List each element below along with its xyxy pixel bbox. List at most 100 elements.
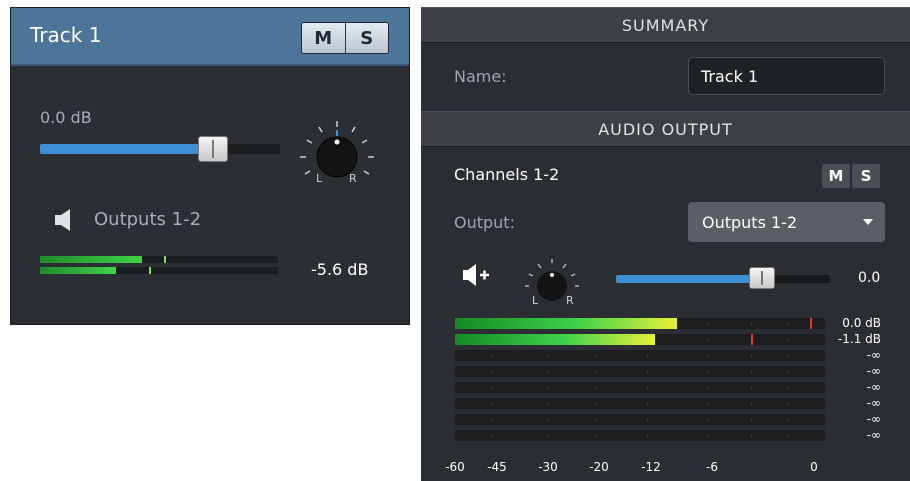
meter-tick: [492, 402, 493, 405]
channel-mute-button[interactable]: M: [822, 164, 850, 188]
meter-tick: [547, 354, 549, 357]
output-pan-knob[interactable]: L R: [522, 257, 582, 309]
output-meter-value: -∞: [866, 396, 881, 410]
meter-tick: [751, 322, 752, 325]
volume-fader[interactable]: [40, 136, 280, 162]
speaker-add-icon[interactable]: [462, 263, 492, 291]
output-meter-8: [455, 430, 825, 441]
meter-tick: [706, 386, 708, 389]
meter-tick: [647, 418, 649, 421]
name-input[interactable]: Track 1: [688, 57, 885, 95]
output-meter-3: [455, 350, 825, 361]
solo-button[interactable]: S: [344, 23, 388, 53]
output-meter-value: 0.0 dB: [842, 316, 881, 330]
output-gain-value: 0.0: [858, 270, 881, 286]
output-meter-6: [455, 398, 825, 409]
track-meter-right: [40, 267, 278, 274]
output-meter-value: -∞: [866, 348, 881, 362]
output-select[interactable]: Outputs 1-2: [688, 202, 885, 242]
meter-tick: [547, 386, 549, 389]
summary-header[interactable]: SUMMARY: [421, 7, 910, 43]
meter-tick: [647, 386, 649, 389]
output-meter-5: [455, 382, 825, 393]
meter-tick: [547, 418, 549, 421]
pan-right-label: R: [349, 172, 357, 185]
meter-tick: [492, 386, 493, 389]
channel-mute-solo: M S: [822, 164, 880, 188]
meter-tick: [788, 354, 789, 357]
meter-tick: [751, 354, 752, 357]
output-meter-peak: [751, 334, 753, 345]
outputs-label[interactable]: Outputs 1-2: [94, 209, 201, 230]
mute-button[interactable]: M: [302, 23, 345, 53]
meter-tick: [706, 418, 708, 421]
output-meter-fill: [455, 318, 677, 329]
output-meter-value: -1.1 dB: [837, 332, 881, 346]
output-volume-fader-fill: [616, 275, 762, 283]
output-meter-7: [455, 414, 825, 425]
meter-scale-label: -20: [589, 460, 609, 474]
meter-tick: [595, 418, 597, 421]
track-title[interactable]: Track 1: [30, 23, 101, 47]
meter-tick: [751, 418, 752, 421]
output-volume-fader[interactable]: [616, 267, 830, 289]
output-pan-left-label: L: [532, 294, 539, 307]
meter-tick: [788, 386, 789, 389]
output-meter-value: -∞: [866, 412, 881, 426]
channels-label: Channels 1-2: [454, 165, 560, 184]
meter-tick: [595, 434, 597, 437]
track-meter-left-peak: [163, 256, 166, 263]
output-meter-2: [455, 334, 825, 345]
track-meter-left: [40, 256, 278, 263]
output-meter-value: -∞: [866, 428, 881, 442]
pan-knob[interactable]: L R: [297, 118, 377, 190]
meter-scale-label: 0: [810, 460, 818, 474]
meter-tick: [788, 402, 789, 405]
output-meter-fill: [455, 334, 655, 345]
meter-tick: [706, 434, 708, 437]
output-select-value: Outputs 1-2: [702, 212, 798, 232]
meter-tick: [492, 354, 493, 357]
meter-tick: [706, 322, 708, 325]
meter-tick: [547, 402, 549, 405]
meter-tick: [751, 386, 752, 389]
meter-tick: [788, 322, 789, 325]
meter-tick: [788, 418, 789, 421]
meter-tick: [647, 354, 649, 357]
output-label: Output:: [454, 213, 515, 232]
meter-tick: [706, 354, 708, 357]
output-pan-right-label: R: [566, 294, 574, 307]
meter-tick: [751, 434, 752, 437]
meter-tick: [595, 370, 597, 373]
meter-tick: [595, 354, 597, 357]
audio-output-header[interactable]: AUDIO OUTPUT: [421, 111, 910, 147]
meter-tick: [492, 370, 493, 373]
output-meter-value: -∞: [866, 364, 881, 378]
track-meter-left-fill: [40, 256, 143, 263]
track-header[interactable]: Track 1 M S: [11, 8, 409, 66]
volume-fader-thumb[interactable]: [197, 136, 228, 162]
channel-solo-button[interactable]: S: [852, 164, 880, 188]
meter-tick: [788, 434, 789, 437]
mute-solo-group: M S: [301, 22, 389, 54]
meter-tick: [595, 402, 597, 405]
meter-tick: [547, 434, 549, 437]
meter-tick: [788, 370, 789, 373]
meter-tick: [647, 370, 649, 373]
meter-tick: [647, 434, 649, 437]
output-meter-value: -∞: [866, 380, 881, 394]
track-panel: Track 1 M S 0.0 dB L R Outputs 1-2 -5.6 …: [10, 7, 410, 325]
meter-scale-label: -45: [487, 460, 507, 474]
output-meter-peak: [810, 318, 813, 329]
speaker-icon: [54, 208, 72, 236]
meter-scale-label: -30: [538, 460, 558, 474]
output-volume-fader-thumb[interactable]: [748, 267, 775, 289]
meter-tick: [492, 418, 493, 421]
output-meter-1: [455, 318, 825, 329]
meter-scale-label: -12: [641, 460, 661, 474]
meter-tick: [751, 370, 752, 373]
meter-tick: [492, 434, 493, 437]
pan-left-label: L: [316, 172, 323, 185]
meter-tick: [751, 402, 752, 405]
track-meter-right-peak: [149, 267, 152, 274]
